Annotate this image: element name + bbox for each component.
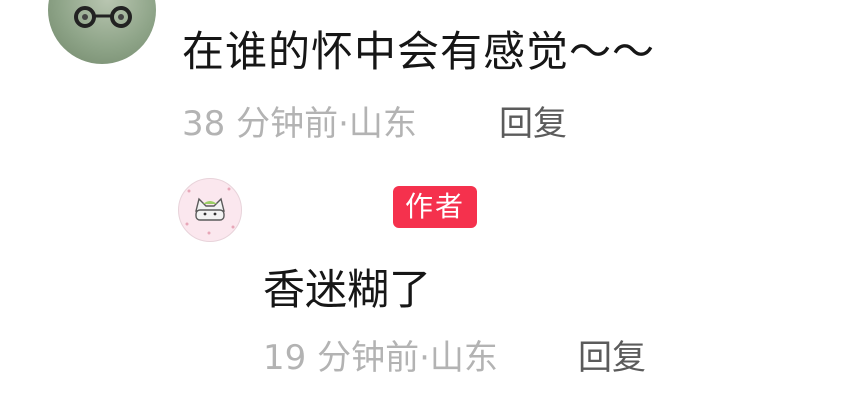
author-badge: 作者	[393, 186, 477, 228]
reply-button[interactable]: 回复	[578, 330, 646, 379]
comment-text: 在谁的怀中会有感觉～～	[182, 27, 656, 76]
cat-avatar-icon	[185, 187, 235, 235]
comment-thread: 在谁的怀中会有感觉～～ 38 分钟前·山东 回复 作者 香迷糊了 19 分钟前·…	[0, 0, 866, 406]
reply-button[interactable]: 回复	[499, 96, 567, 145]
reply-meta: 19 分钟前·山东	[263, 338, 498, 378]
comment-meta: 38 分钟前·山东	[182, 104, 417, 144]
reply-text: 香迷糊了	[263, 265, 432, 314]
glasses-icon	[74, 6, 132, 28]
avatar[interactable]	[48, 0, 156, 64]
avatar[interactable]	[178, 178, 242, 242]
